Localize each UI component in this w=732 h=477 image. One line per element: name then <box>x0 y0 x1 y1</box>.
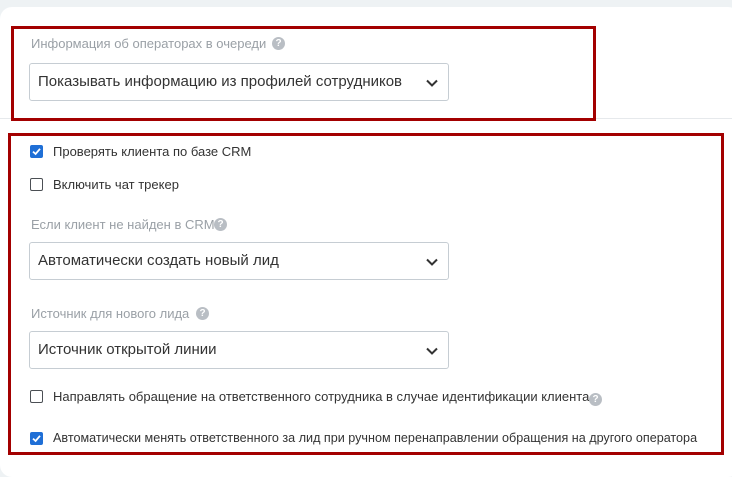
highlight-box-crm-settings <box>8 133 724 455</box>
highlight-box-queue-info <box>11 26 596 121</box>
